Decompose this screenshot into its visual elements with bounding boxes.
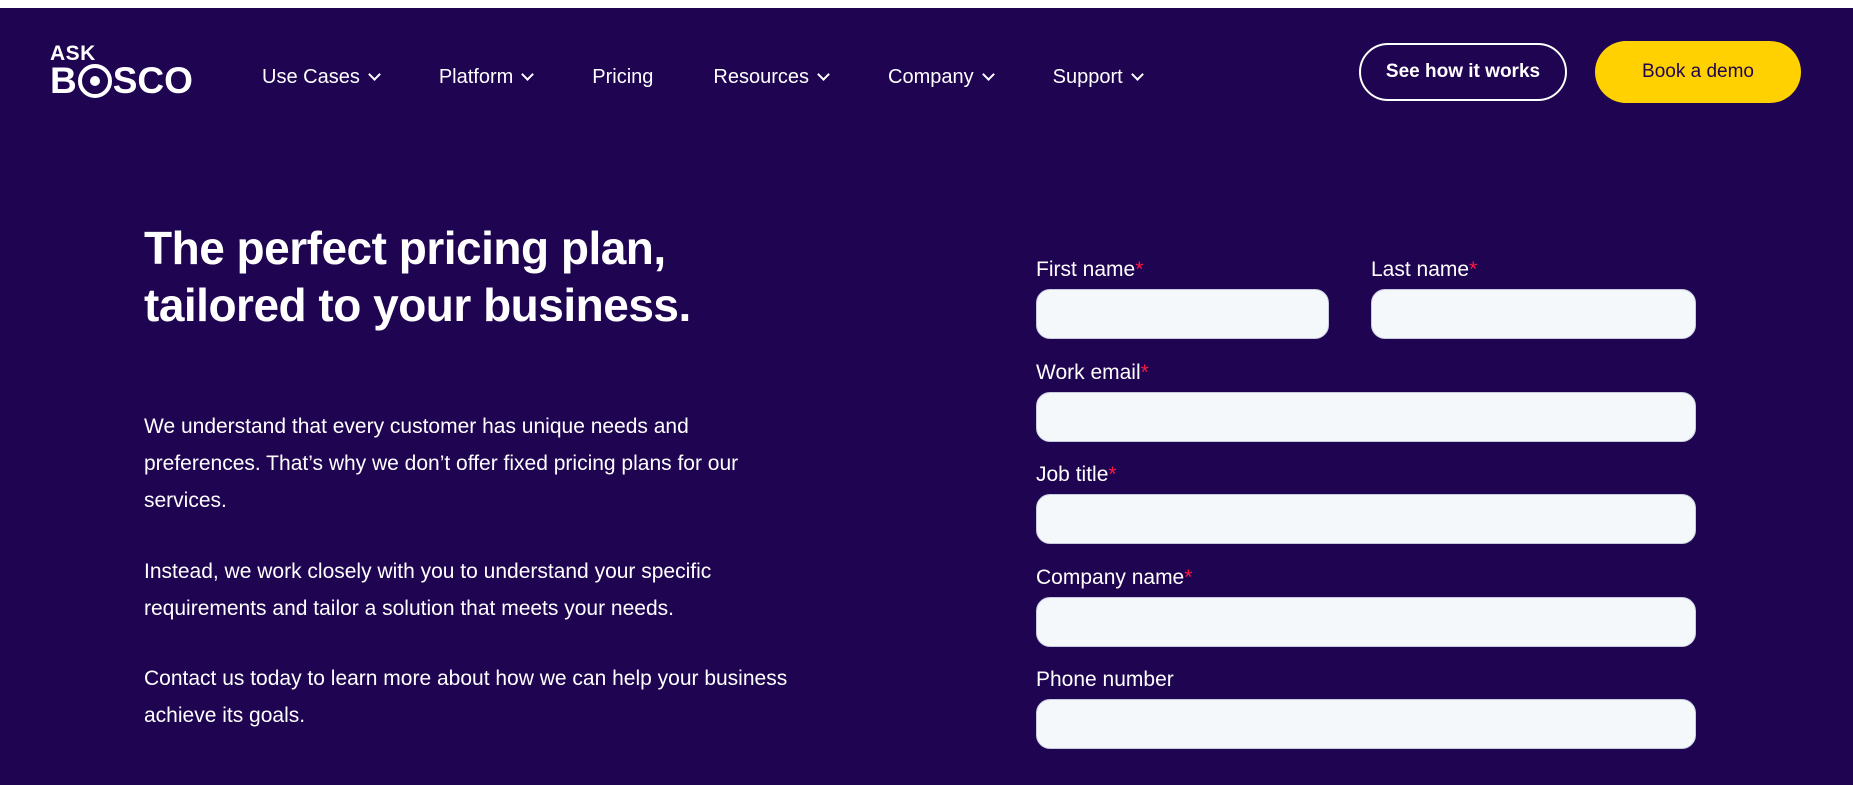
- last-name-label: Last name*: [1371, 258, 1477, 282]
- required-asterisk: *: [1140, 361, 1149, 384]
- logo-text-bottom: B SCO: [50, 60, 193, 101]
- nav-item-label: Platform: [438, 66, 514, 88]
- nav-item-label: Company: [888, 66, 974, 88]
- chevron-down-icon: [981, 68, 995, 81]
- nav-item-platform[interactable]: Platform: [438, 66, 535, 89]
- phone-number-label-text: Phone number: [1036, 668, 1174, 691]
- chevron-down-icon: [367, 68, 381, 81]
- page: ASK B SCO Use Cases Platform Pricing Res…: [0, 8, 1853, 785]
- intro-paragraph-2: Instead, we work closely with you to und…: [144, 560, 712, 620]
- nav-item-label: Pricing: [592, 66, 654, 88]
- required-asterisk: *: [1469, 258, 1478, 281]
- company-name-label: Company name*: [1036, 566, 1192, 590]
- book-a-demo-button[interactable]: Book a demo: [1595, 41, 1801, 103]
- job-title-label-text: Job title: [1036, 463, 1109, 486]
- last-name-input[interactable]: [1371, 289, 1696, 339]
- chevron-down-icon: [1130, 68, 1144, 81]
- nav-item-label: Resources: [713, 66, 810, 88]
- logo-letters-sco: SCO: [112, 60, 193, 101]
- required-asterisk: *: [1135, 258, 1144, 281]
- intro-paragraph-3: Contact us today to learn more about how…: [144, 667, 788, 727]
- nav-item-label: Support: [1052, 66, 1123, 88]
- chevron-down-icon: [521, 68, 535, 81]
- main-nav: Use Cases Platform Pricing Resources Com…: [262, 66, 1202, 89]
- first-name-input[interactable]: [1036, 289, 1329, 339]
- nav-item-company[interactable]: Company: [888, 66, 995, 89]
- phone-number-input[interactable]: [1036, 699, 1696, 749]
- nav-item-support[interactable]: Support: [1052, 66, 1144, 89]
- job-title-input[interactable]: [1036, 494, 1696, 544]
- required-asterisk: *: [1184, 566, 1193, 589]
- required-asterisk: *: [1108, 463, 1117, 486]
- chevron-down-icon: [817, 68, 830, 81]
- nav-item-use-cases[interactable]: Use Cases: [262, 66, 381, 89]
- work-email-label-text: Work email: [1036, 361, 1141, 384]
- logo-letter-b: B: [50, 60, 77, 101]
- first-name-label-text: First name: [1036, 258, 1136, 281]
- work-email-input[interactable]: [1036, 392, 1696, 442]
- see-how-it-works-button[interactable]: See how it works: [1359, 43, 1567, 101]
- intro-paragraph-1: We understand that every customer has un…: [144, 415, 739, 512]
- askbosco-logo[interactable]: ASK B SCO: [50, 43, 193, 101]
- nav-item-pricing[interactable]: Pricing: [592, 66, 653, 89]
- phone-number-label: Phone number: [1036, 668, 1174, 692]
- headline-line-2: tailored to your business.: [144, 279, 691, 331]
- nav-item-resources[interactable]: Resources: [713, 66, 830, 89]
- nav-item-label: Use Cases: [262, 66, 360, 88]
- last-name-label-text: Last name: [1371, 258, 1470, 281]
- company-name-label-text: Company name: [1036, 566, 1185, 589]
- company-name-input[interactable]: [1036, 597, 1696, 647]
- job-title-label: Job title*: [1036, 463, 1117, 487]
- first-name-label: First name*: [1036, 258, 1143, 282]
- page-title: The perfect pricing plan, tailored to yo…: [144, 220, 784, 334]
- logo-eye-icon: [77, 64, 112, 98]
- work-email-label: Work email*: [1036, 361, 1149, 385]
- headline-line-1: The perfect pricing plan,: [144, 222, 666, 274]
